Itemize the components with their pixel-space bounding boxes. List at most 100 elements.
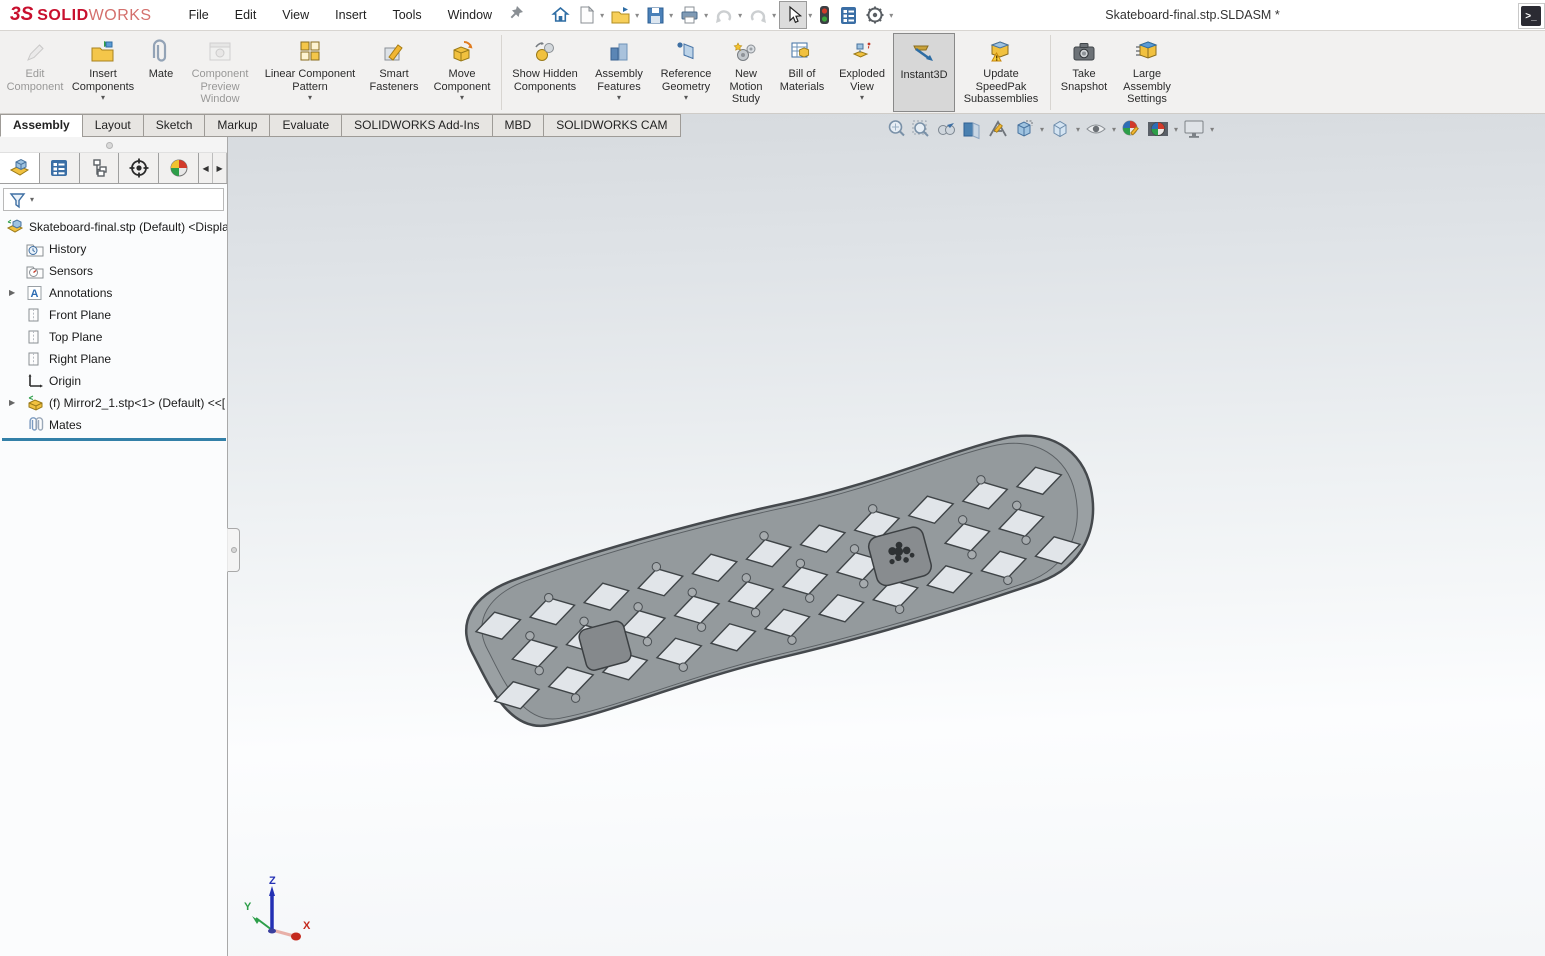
new-document-dropdown-icon[interactable]: ▾ — [600, 11, 604, 20]
print-button[interactable] — [676, 3, 703, 27]
view-settings-icon[interactable] — [1181, 117, 1207, 141]
menu-file[interactable]: File — [176, 2, 222, 28]
tree-item-assembly-root[interactable]: Skateboard-final.stp (Default) <Display — [0, 216, 227, 238]
view-orientation-dropdown-icon[interactable]: ▾ — [1040, 125, 1044, 134]
options-list-button[interactable] — [835, 3, 862, 28]
display-style-dropdown-icon[interactable]: ▾ — [1076, 125, 1080, 134]
zoom-to-fit-icon[interactable] — [885, 117, 909, 141]
tree-item-annotations[interactable]: ▶ A Annotations — [0, 282, 227, 304]
smart-fasteners-button[interactable]: Smart Fasteners — [362, 33, 426, 112]
save-dropdown-icon[interactable]: ▾ — [669, 11, 673, 20]
edit-component-button[interactable]: Edit Component — [4, 33, 66, 112]
dynamic-annotation-views-icon[interactable] — [985, 117, 1011, 141]
redo-dropdown-icon[interactable]: ▾ — [772, 11, 776, 20]
menu-edit[interactable]: Edit — [222, 2, 270, 28]
hide-show-items-dropdown-icon[interactable]: ▾ — [1112, 125, 1116, 134]
move-component-dropdown-icon[interactable]: ▾ — [460, 94, 464, 102]
skateboard-model[interactable] — [228, 114, 1545, 956]
section-view-icon[interactable] — [959, 117, 985, 141]
tree-item-mirror2-part[interactable]: ▶ (f) Mirror2_1.stp<1> (Default) <<[ — [0, 392, 227, 414]
tab-solidworks-cam[interactable]: SOLIDWORKS CAM — [543, 114, 680, 137]
tree-item-mates[interactable]: Mates — [0, 414, 227, 436]
print-dropdown-icon[interactable]: ▾ — [704, 11, 708, 20]
tree-item-front-plane[interactable]: Front Plane — [0, 304, 227, 326]
mate-button[interactable]: Mate — [140, 33, 182, 112]
tab-layout[interactable]: Layout — [82, 114, 144, 137]
instant3d-button[interactable]: Instant3D — [893, 33, 955, 112]
apply-scene-dropdown-icon[interactable]: ▾ — [1174, 125, 1178, 134]
tab-sketch[interactable]: Sketch — [143, 114, 206, 137]
tab-featuremanager-design-tree[interactable] — [0, 153, 40, 183]
new-document-button[interactable] — [574, 3, 599, 27]
new-motion-study-button[interactable]: New Motion Study — [719, 33, 773, 112]
update-speedpak-subassemblies-button[interactable]: Update SpeedPak Subassemblies — [955, 33, 1047, 112]
panel-tabs-scroll-left[interactable]: ◀ — [199, 153, 213, 183]
tab-dimxpertmanager[interactable] — [119, 153, 159, 183]
expand-arrow-icon[interactable]: ▶ — [9, 288, 15, 297]
large-assembly-settings-button[interactable]: Large Assembly Settings — [1114, 33, 1180, 112]
tree-item-history[interactable]: History — [0, 238, 227, 260]
select-tool-button[interactable] — [779, 1, 807, 29]
tab-assembly[interactable]: Assembly — [0, 114, 83, 137]
tab-displaymanager[interactable] — [159, 153, 199, 183]
menu-view[interactable]: View — [269, 2, 322, 28]
move-component-button[interactable]: Move Component ▾ — [426, 33, 498, 112]
assembly-features-button[interactable]: Assembly Features ▾ — [585, 33, 653, 112]
hide-show-items-icon[interactable] — [1083, 117, 1109, 141]
assembly-features-dropdown-icon[interactable]: ▾ — [617, 94, 621, 102]
exploded-view-button[interactable]: Exploded View ▾ — [831, 33, 893, 112]
exploded-view-dropdown-icon[interactable]: ▾ — [860, 94, 864, 102]
undo-dropdown-icon[interactable]: ▾ — [738, 11, 742, 20]
tab-propertymanager[interactable] — [40, 153, 80, 183]
search-commands-button[interactable]: >_ S — [1518, 3, 1545, 29]
take-snapshot-button[interactable]: Take Snapshot — [1054, 33, 1114, 112]
edit-appearance-icon[interactable] — [1119, 117, 1145, 141]
tree-item-right-plane[interactable]: Right Plane — [0, 348, 227, 370]
settings-dropdown-icon[interactable]: ▾ — [889, 11, 893, 20]
menu-tools[interactable]: Tools — [379, 2, 434, 28]
display-style-icon[interactable] — [1047, 117, 1073, 141]
reference-geometry-dropdown-icon[interactable]: ▾ — [684, 94, 688, 102]
menu-window[interactable]: Window — [435, 2, 505, 28]
previous-view-icon[interactable] — [933, 117, 959, 141]
bill-of-materials-button[interactable]: Bill of Materials — [773, 33, 831, 112]
insert-components-dropdown-icon[interactable]: ▾ — [101, 94, 105, 102]
tab-markup[interactable]: Markup — [204, 114, 270, 137]
linear-component-pattern-button[interactable]: Linear Component Pattern ▾ — [258, 33, 362, 112]
apply-scene-icon[interactable] — [1145, 117, 1171, 141]
linear-component-pattern-dropdown-icon[interactable]: ▾ — [308, 94, 312, 102]
tab-solidworks-add-ins[interactable]: SOLIDWORKS Add-Ins — [341, 114, 492, 137]
undo-button[interactable] — [711, 4, 737, 26]
settings-gear-button[interactable] — [862, 3, 888, 27]
tree-filter-box[interactable]: ▾ — [3, 188, 224, 211]
tab-configurationmanager[interactable] — [80, 153, 120, 183]
redo-button[interactable] — [745, 4, 771, 26]
tree-item-origin[interactable]: Origin — [0, 370, 227, 392]
view-settings-dropdown-icon[interactable]: ▾ — [1210, 125, 1214, 134]
pin-menu-icon[interactable] — [507, 4, 525, 27]
rollback-bar[interactable] — [2, 438, 226, 441]
panel-collapse-handle[interactable] — [227, 528, 240, 572]
home-button[interactable] — [547, 3, 574, 28]
open-dropdown-icon[interactable]: ▾ — [635, 11, 639, 20]
graphics-area[interactable]: ▾ ▾ ▾ ▾ ▾ Z Y — [228, 114, 1545, 956]
insert-components-button[interactable]: Insert Components ▾ — [66, 33, 140, 112]
component-preview-window-button[interactable]: Component Preview Window — [182, 33, 258, 112]
performance-evaluation-button[interactable] — [815, 2, 835, 28]
panel-splitter[interactable] — [0, 137, 227, 153]
show-hidden-components-button[interactable]: Show Hidden Components — [505, 33, 585, 112]
filter-dropdown-icon[interactable]: ▾ — [30, 195, 34, 204]
expand-arrow-icon[interactable]: ▶ — [9, 398, 15, 407]
splitter-grip-icon[interactable] — [106, 142, 113, 149]
panel-tabs-scroll-right[interactable]: ▶ — [213, 153, 227, 183]
open-button[interactable] — [607, 3, 634, 27]
save-button[interactable] — [642, 3, 668, 27]
view-orientation-icon[interactable] — [1011, 117, 1037, 141]
tab-evaluate[interactable]: Evaluate — [269, 114, 342, 137]
menu-insert[interactable]: Insert — [322, 2, 379, 28]
reference-geometry-button[interactable]: Reference Geometry ▾ — [653, 33, 719, 112]
tab-mbd[interactable]: MBD — [492, 114, 545, 137]
zoom-to-area-icon[interactable] — [909, 117, 933, 141]
tree-item-top-plane[interactable]: Top Plane — [0, 326, 227, 348]
tree-item-sensors[interactable]: Sensors — [0, 260, 227, 282]
